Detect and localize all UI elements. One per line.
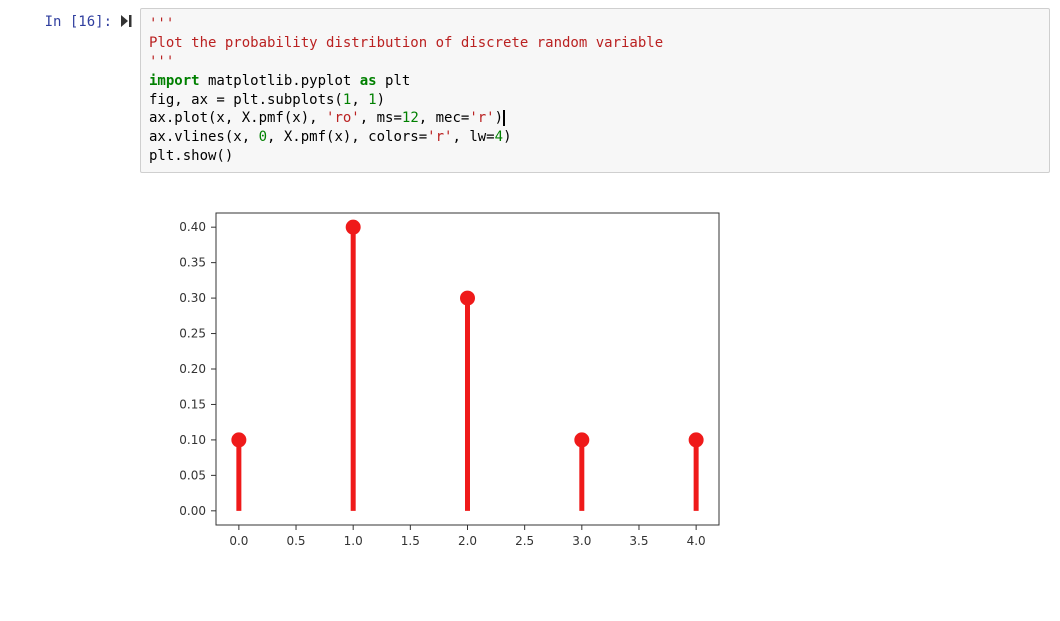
y-tick-label: 0.10	[179, 433, 206, 447]
code-line-3b: , ms=	[360, 110, 402, 126]
x-tick-label: 2.5	[515, 534, 534, 548]
data-point	[689, 433, 703, 447]
code-import-kw: import	[149, 73, 200, 89]
text-cursor	[503, 110, 505, 126]
code-line-2a: fig, ax = plt.subplots(	[149, 92, 343, 108]
code-line-2b: )	[377, 92, 385, 108]
run-button[interactable]	[120, 8, 140, 173]
code-line-3s1: 'ro'	[326, 110, 360, 126]
data-point	[232, 433, 246, 447]
x-tick-label: 4.0	[687, 534, 706, 548]
code-line-4a: ax.vlines(x,	[149, 129, 259, 145]
data-point	[346, 220, 360, 234]
code-docstring-close: '''	[149, 54, 174, 70]
code-line-4s1: 'r'	[427, 129, 452, 145]
code-line-3c: , mec=	[419, 110, 470, 126]
x-tick-label: 3.5	[629, 534, 648, 548]
code-line-5: plt.show()	[149, 148, 233, 164]
code-line-4b: , X.pmf(x), colors=	[267, 129, 427, 145]
code-line-3n1: 12	[402, 110, 419, 126]
code-line-2c: ,	[351, 92, 368, 108]
code-line-3d: )	[495, 110, 503, 126]
x-tick-label: 0.0	[229, 534, 248, 548]
x-tick-label: 3.0	[572, 534, 591, 548]
y-tick-label: 0.25	[179, 327, 206, 341]
input-prompt: In [16]:	[10, 8, 120, 173]
y-tick-label: 0.40	[179, 220, 206, 234]
code-line-2n2: 1	[368, 92, 376, 108]
code-editor[interactable]: ''' Plot the probability distribution of…	[140, 8, 1050, 173]
x-tick-label: 0.5	[286, 534, 305, 548]
code-line-4n1: 4	[495, 129, 503, 145]
y-tick-label: 0.05	[179, 468, 206, 482]
y-tick-label: 0.00	[179, 504, 206, 518]
code-line-4d: )	[503, 129, 511, 145]
code-as-kw: as	[360, 73, 377, 89]
y-tick-label: 0.20	[179, 362, 206, 376]
y-tick-label: 0.15	[179, 398, 206, 412]
y-tick-label: 0.30	[179, 291, 206, 305]
pmf-stem-plot: 0.00 0.05 0.10 0.15 0.20 0.25 0.30 0.35 0.40 0.0 0…	[154, 195, 734, 565]
code-line-3a: ax.plot(x, X.pmf(x),	[149, 110, 326, 126]
code-alias: plt	[377, 73, 411, 89]
output-prompt	[10, 183, 120, 565]
step-forward-icon	[120, 14, 140, 28]
code-module: matplotlib.pyplot	[200, 73, 360, 89]
code-line-4n0: 0	[259, 129, 267, 145]
x-tick-label: 2.0	[458, 534, 477, 548]
code-docstring-open: '''	[149, 16, 174, 32]
y-tick-label: 0.35	[179, 256, 206, 270]
x-tick-label: 1.5	[401, 534, 420, 548]
output-cell: 0.00 0.05 0.10 0.15 0.20 0.25 0.30 0.35 0.40 0.0 0…	[10, 183, 1050, 565]
prompt-label: In [16]:	[45, 14, 112, 30]
data-point	[461, 291, 475, 305]
code-line-4c: , lw=	[452, 129, 494, 145]
code-cell: In [16]: ''' Plot the probability distri…	[10, 8, 1050, 173]
code-line-3s2: 'r'	[469, 110, 494, 126]
data-point	[575, 433, 589, 447]
output-area: 0.00 0.05 0.10 0.15 0.20 0.25 0.30 0.35 0.40 0.0 0…	[120, 183, 1050, 565]
code-docstring-line: Plot the probability distribution of dis…	[149, 35, 663, 51]
x-tick-label: 1.0	[344, 534, 363, 548]
